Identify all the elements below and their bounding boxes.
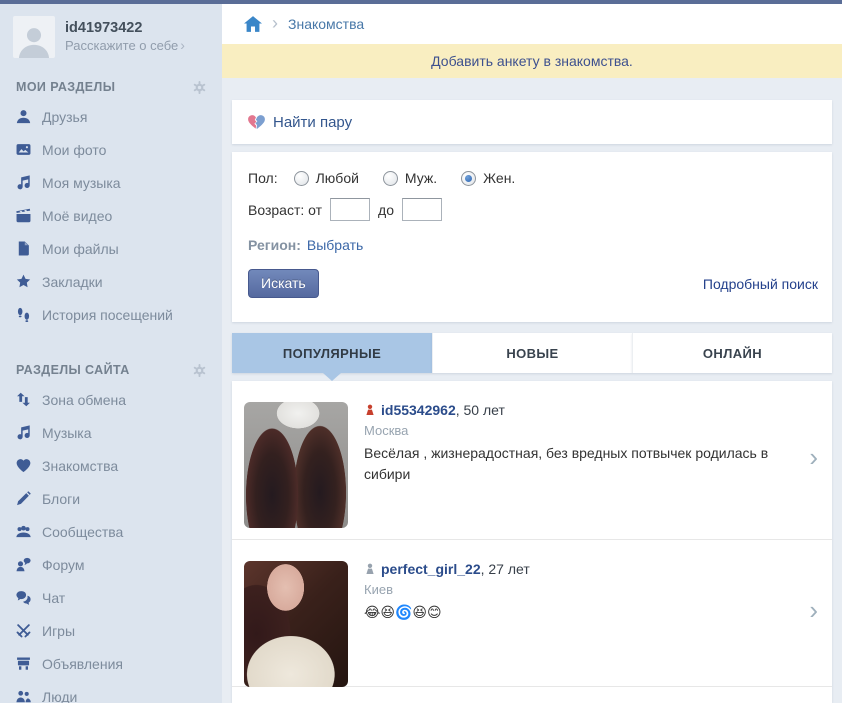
ads-icon	[16, 656, 33, 672]
friends-icon	[16, 109, 33, 125]
photos-icon	[16, 142, 33, 158]
my-music-icon	[16, 175, 33, 191]
section-title: РАЗДЕЛЫ САЙТА	[16, 363, 130, 377]
find-pair-title[interactable]: Найти пару	[273, 114, 352, 131]
region-label: Регион:	[248, 237, 301, 253]
chevron-right-icon: ›	[809, 595, 818, 626]
breadcrumb: › Знакомства	[222, 4, 842, 44]
profile-age: , 50 лет	[456, 402, 505, 418]
sidebar-item-my-video[interactable]: Моё видео	[0, 199, 222, 232]
sidebar-item-blogs[interactable]: Блоги	[0, 482, 222, 515]
gender-option-label[interactable]: Любой	[316, 170, 359, 186]
video-icon	[16, 208, 33, 224]
sidebar-item-friends[interactable]: Друзья	[0, 100, 222, 133]
profile-age: , 27 лет	[481, 561, 530, 577]
sidebar-item-chat[interactable]: Чат	[0, 581, 222, 614]
sidebar-item-people[interactable]: Люди	[0, 680, 222, 703]
section-my-sections: МОИ РАЗДЕЛЫ	[0, 70, 222, 100]
gender-option-label[interactable]: Жен.	[483, 170, 515, 186]
sidebar-item-forum[interactable]: Форум	[0, 548, 222, 581]
communities-icon	[16, 524, 33, 540]
profile-city: Киев	[364, 582, 810, 597]
sidebar-item-exchange-zone[interactable]: Зона обмена	[0, 383, 222, 416]
chevron-right-icon: ›	[180, 37, 185, 53]
female-icon	[364, 404, 376, 416]
gender-radio-female[interactable]	[461, 171, 476, 186]
broken-heart-icon	[248, 115, 265, 130]
female-icon	[364, 563, 376, 575]
region-select-link[interactable]: Выбрать	[307, 237, 363, 253]
profile-city: Москва	[364, 423, 810, 438]
profile-username-link[interactable]: perfect_girl_22	[381, 561, 481, 577]
blogs-pen-icon	[16, 491, 33, 507]
exchange-icon	[16, 392, 33, 408]
add-profile-link[interactable]: Добавить анкету в знакомства.	[431, 53, 633, 69]
profiles-list: id55342962 , 50 лет Москва Весёлая , жиз…	[232, 381, 832, 703]
chat-icon	[16, 590, 33, 606]
files-icon	[16, 241, 33, 257]
profiles-tabs: ПОПУЛЯРНЫЕ НОВЫЕ ОНЛАЙН	[232, 333, 832, 373]
bookmarks-icon	[16, 274, 33, 290]
avatar[interactable]	[13, 16, 55, 58]
section-title: МОИ РАЗДЕЛЫ	[16, 80, 115, 94]
age-from-label: Возраст: от	[248, 202, 322, 218]
sidebar-item-my-photos[interactable]: Мои фото	[0, 133, 222, 166]
user-id[interactable]: id41973422	[65, 19, 185, 37]
profile-username-link[interactable]: id55342962	[381, 402, 456, 418]
gender-radio-male[interactable]	[383, 171, 398, 186]
sidebar-item-dating[interactable]: Знакомства	[0, 449, 222, 482]
breadcrumb-current[interactable]: Знакомства	[288, 16, 364, 32]
people-icon	[16, 689, 33, 703]
sidebar-item-music[interactable]: Музыка	[0, 416, 222, 449]
search-form: Пол: Любой Муж. Жен. Возраст: от до Реги…	[232, 152, 832, 322]
user-info: id41973422 Расскажите о себе›	[65, 19, 185, 55]
sidebar-item-games[interactable]: Игры	[0, 614, 222, 647]
sidebar-item-visit-history[interactable]: История посещений	[0, 298, 222, 331]
tab-new[interactable]: НОВЫЕ	[432, 333, 632, 373]
active-tab-pointer	[323, 373, 341, 381]
add-profile-banner: Добавить анкету в знакомства.	[222, 44, 842, 78]
visit-history-icon	[16, 307, 33, 323]
games-swords-icon	[16, 623, 33, 639]
breadcrumb-separator-icon: ›	[272, 13, 278, 34]
forum-icon	[16, 557, 33, 573]
sidebar: id41973422 Расскажите о себе› МОИ РАЗДЕЛ…	[0, 4, 222, 703]
find-pair-card: Найти пару	[232, 100, 832, 144]
advanced-search-link[interactable]: Подробный поиск	[703, 276, 818, 292]
search-button[interactable]: Искать	[248, 269, 319, 298]
avatar-person-icon	[17, 24, 51, 58]
sidebar-item-my-files[interactable]: Мои файлы	[0, 232, 222, 265]
profile-row[interactable]: perfect_girl_22 , 27 лет Киев 😂😆🌀😆😊 ›	[232, 540, 832, 687]
gear-icon[interactable]	[193, 81, 206, 94]
home-icon[interactable]	[244, 16, 262, 32]
user-subtitle[interactable]: Расскажите о себе›	[65, 37, 185, 55]
chevron-right-icon: ›	[809, 442, 818, 473]
gender-radio-any[interactable]	[294, 171, 309, 186]
age-to-input[interactable]	[402, 198, 442, 221]
age-to-label: до	[378, 202, 394, 218]
music-icon	[16, 425, 33, 441]
age-from-input[interactable]	[330, 198, 370, 221]
user-profile-block[interactable]: id41973422 Расскажите о себе›	[0, 4, 222, 66]
profile-description: 😂😆🌀😆😊	[364, 602, 810, 623]
gear-icon[interactable]	[193, 364, 206, 377]
gender-label: Пол:	[248, 170, 278, 186]
sidebar-item-communities[interactable]: Сообщества	[0, 515, 222, 548]
tab-popular[interactable]: ПОПУЛЯРНЫЕ	[232, 333, 432, 373]
section-site-sections: РАЗДЕЛЫ САЙТА	[0, 353, 222, 383]
tab-online[interactable]: ОНЛАЙН	[632, 333, 832, 373]
profile-photo[interactable]	[244, 402, 348, 528]
sidebar-item-ads[interactable]: Объявления	[0, 647, 222, 680]
profile-row[interactable]: id55342962 , 50 лет Москва Весёлая , жиз…	[232, 381, 832, 540]
gender-option-label[interactable]: Муж.	[405, 170, 437, 186]
dating-heart-icon	[16, 458, 33, 474]
page: id41973422 Расскажите о себе› МОИ РАЗДЕЛ…	[0, 0, 842, 703]
sidebar-item-bookmarks[interactable]: Закладки	[0, 265, 222, 298]
sidebar-item-my-music[interactable]: Моя музыка	[0, 166, 222, 199]
profile-photo[interactable]	[244, 561, 348, 687]
profile-description: Весёлая , жизнерадостная, без вредных по…	[364, 443, 810, 485]
